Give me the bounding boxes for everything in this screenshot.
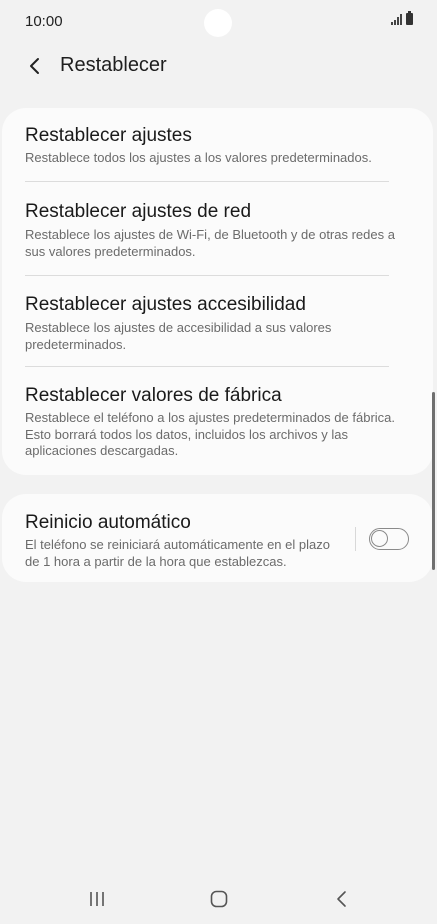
factory-reset-item[interactable]: Restablecer valores de fábrica Restablec…: [2, 367, 433, 475]
auto-restart-toggle[interactable]: [369, 528, 409, 550]
toggle-separator: [355, 527, 356, 551]
reset-accessibility-item[interactable]: Restablecer ajustes accesibilidad Restab…: [2, 276, 433, 366]
status-icons: [391, 11, 413, 25]
auto-restart-card: Reinicio automático El teléfono se reini…: [2, 494, 433, 582]
item-title: Restablecer ajustes: [25, 125, 192, 146]
reset-network-item[interactable]: Restablecer ajustes de red Restablece lo…: [2, 182, 433, 275]
item-description: El teléfono se reiniciará automáticament…: [25, 537, 330, 569]
status-bar: 10:00: [0, 0, 437, 44]
item-title: Restablecer valores de fábrica: [25, 385, 282, 406]
item-title: Restablecer ajustes accesibilidad: [25, 294, 306, 315]
page-title: Restablecer: [60, 54, 167, 76]
item-description: Restablece todos los ajustes a los valor…: [25, 150, 372, 165]
signal-icon: [391, 13, 402, 25]
recent-apps-icon[interactable]: [82, 884, 112, 914]
chevron-left-icon[interactable]: [24, 54, 48, 78]
item-title: Restablecer ajustes de red: [25, 201, 252, 222]
back-arrow-icon[interactable]: [327, 884, 357, 914]
toggle-knob: [371, 530, 388, 547]
reset-options-card: Restablecer ajustes Restablece todos los…: [2, 108, 433, 475]
navigation-bar: [0, 870, 437, 924]
battery-icon: [406, 11, 413, 25]
item-description: Restablece los ajustes de accesibilidad …: [25, 320, 332, 352]
item-title: Reinicio automático: [25, 512, 191, 533]
status-time: 10:00: [25, 13, 63, 30]
app-header: Restablecer: [0, 44, 437, 90]
camera-cutout: [204, 9, 232, 37]
reset-settings-item[interactable]: Restablecer ajustes Restablece todos los…: [2, 108, 433, 181]
item-description: Restablece el teléfono a los ajustes pre…: [25, 410, 395, 458]
item-description: Restablece los ajustes de Wi-Fi, de Blue…: [25, 227, 395, 259]
scroll-indicator[interactable]: [432, 392, 435, 570]
home-icon[interactable]: [204, 884, 234, 914]
